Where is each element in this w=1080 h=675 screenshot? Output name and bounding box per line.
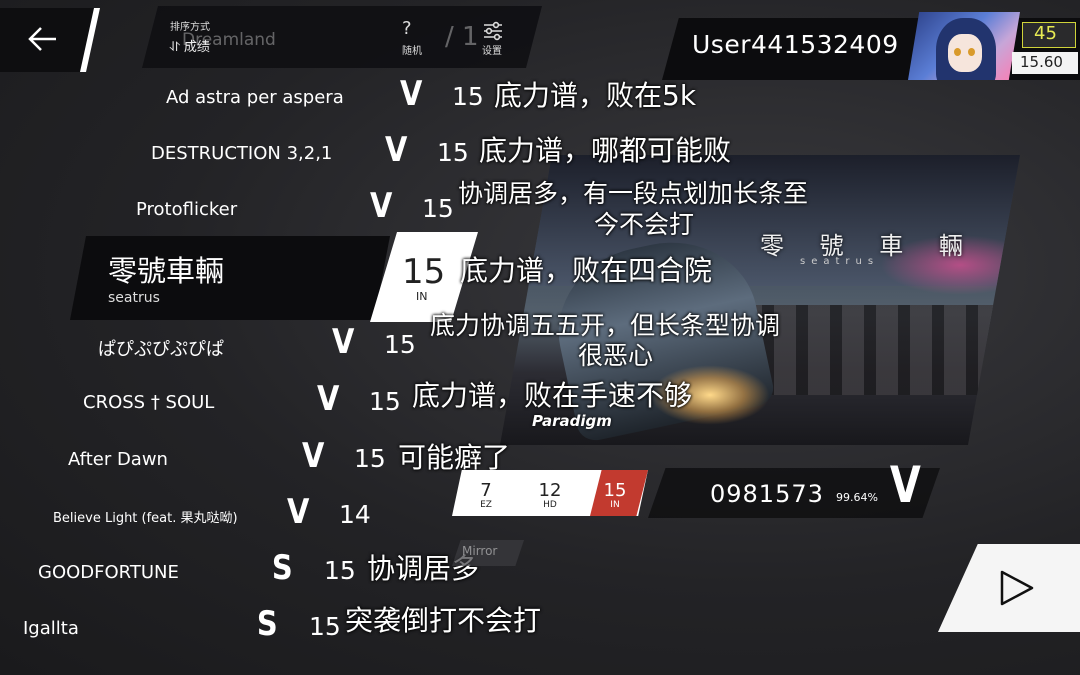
artwork-subtitle: seatrus (800, 256, 880, 267)
song-level: 15 (354, 444, 386, 473)
grade-badge: V (369, 186, 393, 226)
score-grade: V (889, 456, 921, 514)
grade-badge: V (286, 492, 310, 532)
song-level: 15 (309, 612, 341, 641)
song-note: 底力谱，败在手速不够 (412, 379, 693, 412)
song-note-line2: 今不会打 (594, 210, 695, 239)
mirror-label[interactable]: Mirror (462, 544, 497, 558)
grade-badge: S (271, 548, 293, 588)
song-title[interactable]: DESTRUCTION 3,2,1 (151, 143, 332, 164)
grade-badge: V (331, 322, 355, 362)
sort-button[interactable]: ⥯ 成绩 (170, 36, 210, 55)
song-title[interactable]: CROSS † SOUL (83, 392, 214, 413)
random-icon[interactable]: ? (402, 18, 412, 39)
song-level: 14 (339, 500, 371, 529)
chapter-logo: Paradigm (532, 412, 612, 430)
song-level: 15 (324, 556, 356, 585)
difficulty-hd-level[interactable]: 12 (530, 480, 570, 501)
grade-badge: V (384, 130, 408, 170)
song-title[interactable]: Believe Light (feat. 果丸哒呦) (53, 507, 238, 526)
song-level: 15 (437, 138, 469, 167)
play-icon[interactable] (996, 568, 1036, 608)
score-value: 0981573 (710, 480, 824, 508)
grade-badge: V (301, 436, 325, 476)
arrow-left-icon[interactable] (26, 22, 60, 56)
difficulty-hd-label[interactable]: HD (530, 500, 570, 510)
song-title[interactable]: Ad astra per aspera (166, 87, 344, 108)
rks-value: 15.60 (1020, 53, 1063, 71)
grade-badge: V (399, 74, 423, 114)
selected-song-artist: seatrus (108, 290, 160, 306)
song-note: 底力协调五五开，但长条型协调 (430, 311, 781, 340)
song-level: 15 (384, 330, 416, 359)
song-note: 底力谱，哪都可能败 (479, 134, 732, 167)
difficulty-ez-level[interactable]: 7 (466, 480, 506, 501)
accuracy-value: 99.64% (836, 491, 878, 504)
song-title[interactable]: GOODFORTUNE (38, 562, 179, 583)
song-note: 可能癖了 (398, 441, 511, 474)
difficulty-in-label[interactable]: IN (595, 500, 635, 510)
selected-note: 底力谱，败在四合院 (460, 254, 713, 287)
song-note: 底力谱，败在5k (494, 79, 697, 112)
song-note: 协调居多，有一段点划加长条至 (458, 179, 809, 208)
player-level: 45 (1034, 23, 1057, 44)
avatar[interactable] (908, 12, 1020, 80)
song-level: 15 (452, 82, 484, 111)
scroll-ghost-separator: / 1 (445, 22, 479, 52)
song-title[interactable]: Igallta (23, 618, 79, 639)
random-label[interactable]: 随机 (402, 42, 422, 57)
song-title[interactable]: After Dawn (68, 449, 168, 470)
difficulty-in-level[interactable]: 15 (595, 480, 635, 501)
settings-sliders-icon[interactable] (482, 20, 504, 42)
grade-badge: V (316, 379, 340, 419)
settings-label[interactable]: 设置 (482, 42, 502, 57)
difficulty-ez-label[interactable]: EZ (466, 500, 506, 510)
username: User441532409 (692, 30, 899, 59)
selected-song-title: 零號車輛 (108, 254, 225, 288)
song-level: 15 (369, 387, 401, 416)
song-note: 突袭倒打不会打 (345, 604, 542, 637)
grade-badge: S (256, 604, 278, 644)
selected-level: 15 (402, 252, 446, 292)
song-note-line2: 很恶心 (578, 341, 654, 370)
song-title[interactable]: ぱぴぷぴぷぴぱ (98, 335, 224, 361)
selected-difficulty: IN (416, 290, 428, 303)
song-level: 15 (422, 194, 454, 223)
sort-label: 排序方式 (170, 22, 210, 33)
song-title[interactable]: Protoflicker (136, 199, 237, 220)
